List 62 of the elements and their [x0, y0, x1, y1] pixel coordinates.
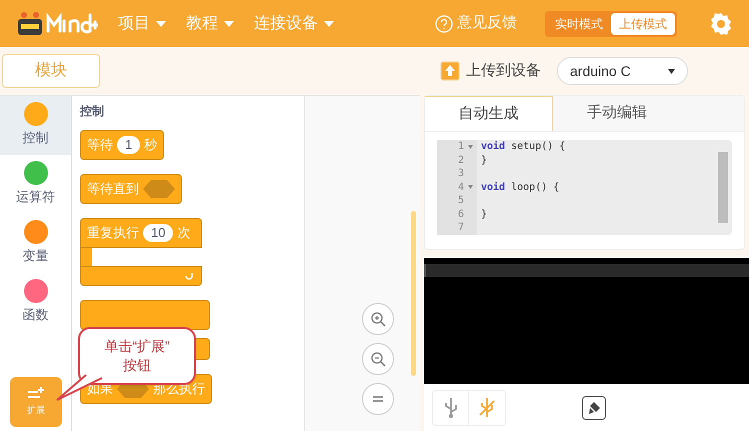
dropdown-icon — [668, 68, 675, 74]
category-item[interactable]: 控制 — [0, 96, 71, 155]
category-item[interactable]: 运算符 — [0, 155, 71, 214]
caret-icon — [156, 20, 166, 26]
usb-icon — [444, 396, 458, 418]
line-number: 6 — [458, 208, 464, 221]
zoom-out-icon — [370, 351, 386, 367]
palette-title: 控制 — [80, 103, 105, 120]
scrollbar — [718, 152, 728, 222]
upload-icon — [440, 61, 460, 81]
zoom-in-button[interactable] — [362, 303, 394, 335]
line-number: 2 — [458, 154, 464, 167]
code-block[interactable]: 等待 1 秒 — [80, 130, 164, 160]
mind-plus-logo-icon — [46, 12, 98, 34]
code-text: } — [481, 208, 488, 221]
code-keyword: void — [481, 140, 506, 154]
help-icon — [435, 14, 453, 32]
usb-off-icon — [478, 396, 496, 418]
zoom-in-icon — [370, 311, 386, 327]
clear-button[interactable] — [582, 396, 606, 420]
code-text: setup() { — [510, 140, 566, 154]
extension-icon — [27, 386, 45, 400]
fold-arrow-icon[interactable] — [468, 144, 473, 149]
console-input-field[interactable] — [424, 264, 749, 277]
block-label: 等待 — [87, 136, 113, 154]
number-input[interactable]: 1 — [117, 136, 140, 154]
callout-text: 单击“扩展” — [104, 337, 170, 356]
line-number: 1 — [458, 140, 464, 154]
category-item[interactable]: 函数 — [0, 273, 71, 332]
code-text: loop() { — [510, 180, 560, 194]
robot-logo-icon — [16, 10, 44, 36]
code-block[interactable] — [80, 300, 210, 330]
code-text: } — [481, 154, 488, 167]
repeat-block-header[interactable]: 重复执行 10 次 — [80, 218, 202, 248]
block-label: 等待直到 — [87, 180, 139, 198]
code-tab[interactable]: 手动编辑 — [553, 96, 681, 131]
line-number: 7 — [458, 221, 464, 234]
reset-zoom-button[interactable] — [362, 383, 394, 415]
condition-slot — [143, 180, 175, 198]
callout-text: 按钮 — [123, 356, 151, 375]
zoom-out-button[interactable] — [362, 343, 394, 375]
code-tab[interactable]: 自动生成 — [425, 96, 553, 131]
device-select[interactable]: arduino C — [557, 57, 688, 85]
block-label: 重复执行 — [87, 224, 139, 242]
code-keyword: void — [481, 180, 506, 194]
line-number: 5 — [458, 194, 464, 208]
category-label: 变量 — [22, 247, 48, 265]
fold-arrow-icon[interactable] — [468, 185, 473, 190]
block-label: 次 — [177, 224, 190, 242]
caret-icon — [224, 20, 234, 26]
caret-icon — [324, 20, 334, 26]
category-item[interactable]: 变量 — [0, 214, 71, 273]
line-number: 4 — [458, 180, 464, 194]
block-label: 秒 — [144, 136, 158, 154]
category-label: 函数 — [22, 306, 48, 324]
line-number: 3 — [458, 167, 464, 180]
settings-icon[interactable] — [709, 12, 733, 36]
upload-button[interactable]: 上传到设备 — [440, 60, 541, 82]
brush-icon — [587, 400, 601, 414]
category-label: 运算符 — [16, 188, 55, 206]
category-label: 控制 — [22, 129, 48, 147]
number-input[interactable]: 10 — [143, 224, 174, 242]
